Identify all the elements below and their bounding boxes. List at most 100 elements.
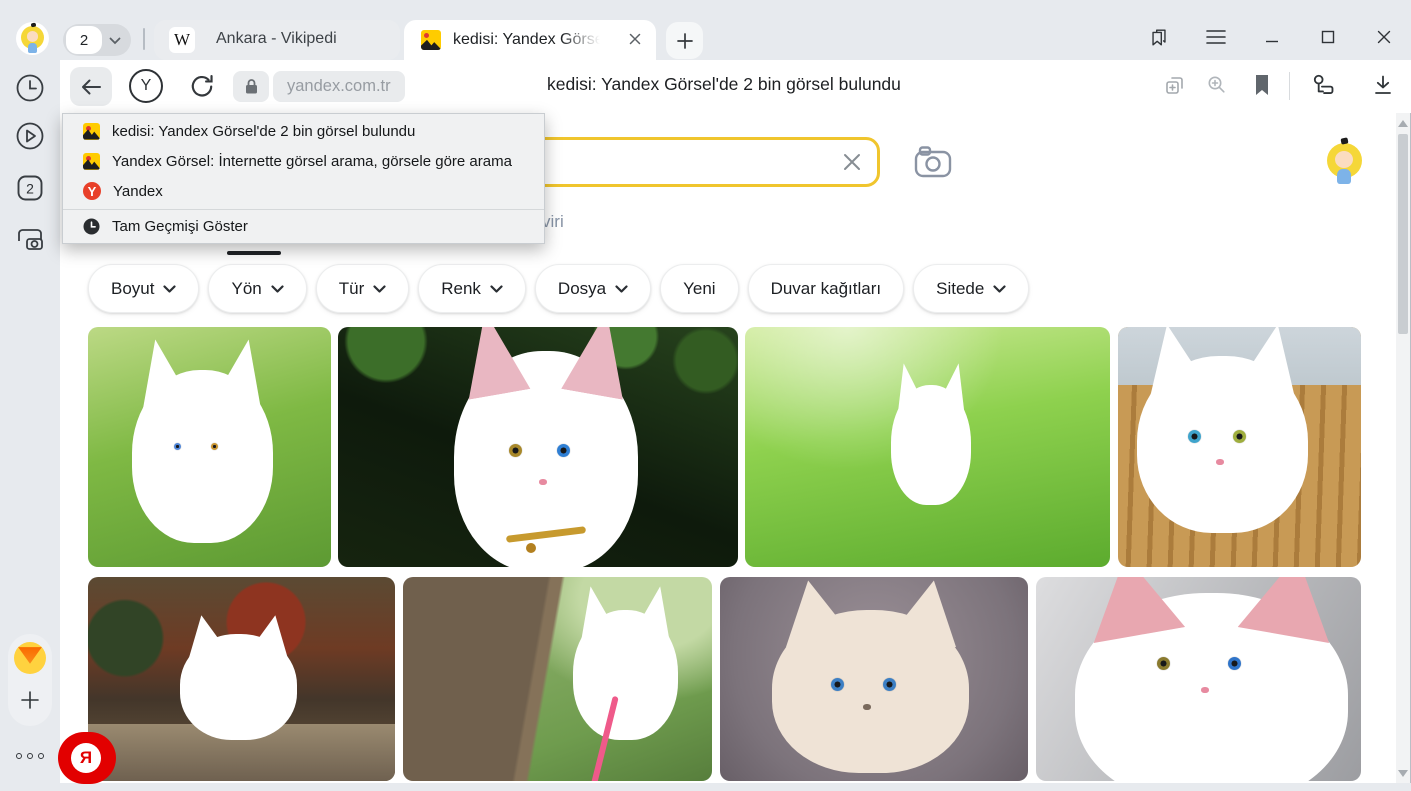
filter-dosya[interactable]: Dosya (535, 264, 651, 313)
yandex-fab-button[interactable]: Я (58, 732, 116, 784)
scroll-up-arrow[interactable] (1396, 115, 1410, 131)
scrollbar[interactable] (1396, 113, 1410, 783)
profile-avatar[interactable] (16, 22, 49, 55)
maximize-button[interactable] (1317, 26, 1339, 48)
bookmark-page-button[interactable] (1247, 70, 1277, 100)
close-icon (1376, 29, 1392, 45)
filter-duvar-kagitlari[interactable]: Duvar kağıtları (748, 264, 905, 313)
sidebar: 2 (0, 60, 60, 791)
chevron-down-icon (490, 285, 503, 293)
cat-eye (1188, 430, 1201, 443)
plus-icon (20, 690, 40, 710)
filter-label: Yeni (683, 279, 715, 299)
window-bottom-edge (0, 783, 1411, 791)
minimize-button[interactable] (1261, 26, 1283, 48)
image-result[interactable] (88, 327, 331, 567)
image-result[interactable] (1036, 577, 1361, 781)
sidebar-services-group (8, 634, 52, 726)
tabbar-divider (143, 28, 145, 50)
image-result[interactable] (88, 577, 395, 781)
history-menu-item[interactable]: Yandex Görsel: İnternette görsel arama, … (63, 146, 544, 176)
filter-yeni[interactable]: Yeni (660, 264, 738, 313)
filter-label: Renk (441, 279, 481, 299)
cat-nose (539, 479, 547, 485)
screenshot-icon (14, 223, 46, 253)
scrollbar-thumb[interactable] (1398, 134, 1408, 334)
back-button[interactable] (70, 67, 112, 106)
image-result[interactable] (1118, 327, 1361, 567)
zoom-page-button[interactable] (1202, 70, 1232, 100)
y-letter: Y (141, 77, 152, 95)
url-text: yandex.com.tr (287, 77, 391, 96)
filter-boyut[interactable]: Boyut (88, 264, 199, 313)
filter-tur[interactable]: Tür (316, 264, 410, 313)
cat-art (132, 370, 273, 543)
history-menu-item[interactable]: kedisi: Yandex Görsel'de 2 bin görsel bu… (63, 116, 544, 146)
cat-art (891, 385, 971, 505)
cat-art (180, 634, 297, 740)
site-security-badge[interactable] (233, 71, 269, 102)
plus-icon (676, 32, 694, 50)
browser-menu-button[interactable] (1205, 26, 1227, 48)
duplicate-tab-button[interactable] (1160, 70, 1190, 100)
tab-ankara-vikipedi[interactable]: W Ankara - Vikipedi (154, 20, 400, 60)
history-menu-item[interactable]: Y Yandex (63, 176, 544, 206)
tab-counter[interactable]: 2 (63, 24, 131, 56)
image-result[interactable] (745, 327, 1110, 567)
toolbar: Y yandex.com.tr kedisi: Yandex Görsel'de… (60, 60, 1411, 113)
tab-title: kedisi: Yandex Görsel'de (453, 31, 603, 49)
address-bar[interactable]: yandex.com.tr (273, 71, 405, 102)
filter-sitede[interactable]: Sitede (913, 264, 1029, 313)
clock-icon (83, 218, 100, 235)
close-window-button[interactable] (1373, 26, 1395, 48)
browser-window: 2 W Ankara - Vikipedi kedisi: Yandex Gör… (0, 0, 1411, 791)
show-full-history-item[interactable]: Tam Geçmişi Göster (63, 210, 544, 243)
downloads-button[interactable] (1368, 70, 1398, 100)
user-avatar[interactable] (1319, 137, 1369, 187)
image-result[interactable] (720, 577, 1028, 781)
nav-tab-fragment[interactable]: viri (542, 212, 564, 232)
screenshot-sidebar-button[interactable] (14, 222, 46, 254)
yandex-search-button[interactable]: Y (129, 69, 163, 103)
clear-x-icon (842, 152, 862, 172)
tab-kedisi-active[interactable]: kedisi: Yandex Görsel'de (404, 20, 656, 60)
bookmarks-panel-button[interactable] (1148, 26, 1170, 48)
image-search-button[interactable] (912, 143, 954, 181)
clear-search-button[interactable] (841, 151, 863, 173)
camera-icon (913, 144, 953, 180)
image-result[interactable] (403, 577, 712, 781)
filter-renk[interactable]: Renk (418, 264, 526, 313)
sidebar-more-button[interactable] (14, 753, 46, 759)
filter-label: Boyut (111, 279, 154, 299)
toolbar-divider (1289, 72, 1290, 100)
filter-yon[interactable]: Yön (208, 264, 306, 313)
copy-tab-icon (1163, 73, 1187, 97)
passwords-button[interactable] (1308, 70, 1338, 100)
cat-eye (831, 678, 844, 691)
media-sidebar-button[interactable] (14, 120, 46, 152)
magnifier-plus-icon (1205, 73, 1229, 97)
add-service-button[interactable] (14, 682, 46, 718)
new-tab-button[interactable] (666, 22, 703, 59)
cat-eye (557, 444, 570, 457)
download-icon (1371, 73, 1395, 97)
cat-art (1075, 593, 1348, 781)
refresh-button[interactable] (186, 70, 218, 102)
history-item-label: kedisi: Yandex Görsel'de 2 bin görsel bu… (112, 123, 415, 140)
image-result[interactable] (338, 327, 738, 567)
history-sidebar-button[interactable] (14, 72, 46, 104)
filter-label: Sitede (936, 279, 984, 299)
cat-eye (1228, 657, 1241, 670)
avatar-art (1335, 151, 1353, 168)
scroll-down-arrow[interactable] (1396, 765, 1410, 781)
triangle-down-icon (1398, 770, 1408, 777)
yandex-images-icon (83, 153, 100, 170)
refresh-icon (189, 73, 215, 99)
tabs-sidebar-button[interactable]: 2 (14, 172, 46, 204)
filter-label: Yön (231, 279, 261, 299)
yandex-mail-icon[interactable] (14, 642, 46, 674)
filters-row: Boyut Yön Tür Renk Dosya Yeni Duvar kağı… (88, 264, 1029, 313)
tab-close-icon[interactable] (628, 32, 644, 48)
chevron-down-icon (271, 285, 284, 293)
clock-icon (15, 73, 45, 103)
